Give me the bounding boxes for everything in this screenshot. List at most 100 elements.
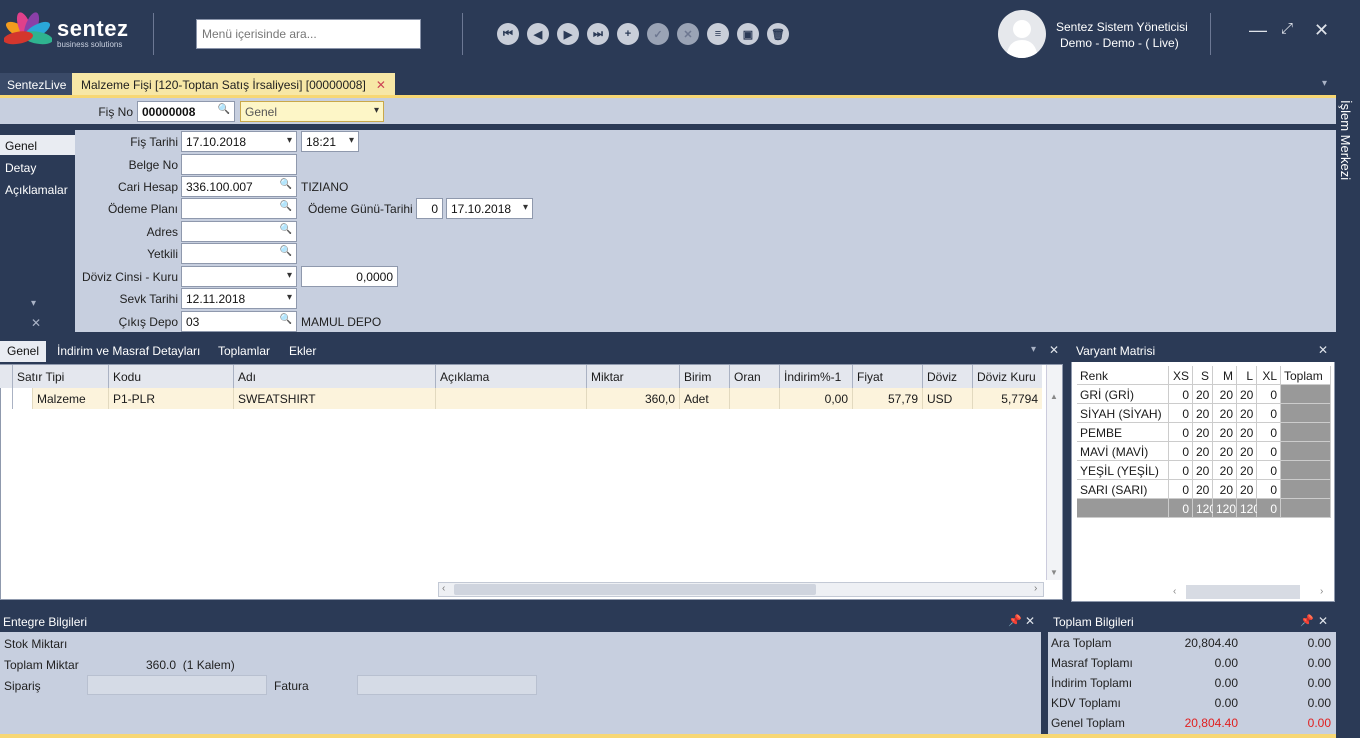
- variant-header[interactable]: XL: [1257, 366, 1281, 385]
- tab-ekler[interactable]: Ekler: [282, 341, 323, 362]
- cell-aciklama[interactable]: [435, 388, 586, 409]
- variant-scroll-thumb[interactable]: [1186, 585, 1300, 599]
- variant-cell[interactable]: SARI (SARI): [1077, 480, 1169, 499]
- odeme-tarih-input[interactable]: 17.10.2018: [446, 198, 533, 219]
- variant-cell[interactable]: 0: [1257, 442, 1281, 461]
- search-icon[interactable]: 🔍: [280, 246, 292, 257]
- fis-type-select[interactable]: Genel: [240, 101, 384, 122]
- card-icon[interactable]: ▣: [737, 23, 759, 45]
- pin-icon[interactable]: 📌: [1300, 614, 1314, 627]
- cell-miktar[interactable]: 360,0: [586, 388, 679, 409]
- previous-record-icon[interactable]: ◀: [527, 23, 549, 45]
- variant-header[interactable]: Toplam: [1281, 366, 1331, 385]
- odeme-input[interactable]: 🔍: [181, 198, 297, 219]
- variant-cell[interactable]: 20: [1193, 404, 1213, 423]
- belge-input[interactable]: [181, 154, 297, 175]
- tab-dropdown-icon[interactable]: ▾: [1322, 78, 1327, 89]
- scroll-right-icon[interactable]: ›: [1034, 583, 1037, 594]
- tab-close-icon[interactable]: ✕: [376, 78, 386, 92]
- islem-merkezi-tab[interactable]: İşlem Merkezi: [1338, 100, 1353, 180]
- variant-cell[interactable]: YEŞİL (YEŞİL): [1077, 461, 1169, 480]
- close-icon[interactable]: ✕: [1318, 614, 1328, 628]
- adres-input[interactable]: 🔍: [181, 221, 297, 242]
- variant-header[interactable]: M: [1213, 366, 1237, 385]
- col-doviz[interactable]: Döviz: [922, 365, 972, 388]
- search-icon[interactable]: 🔍: [280, 201, 292, 212]
- tab-indirim-masraf[interactable]: İndirim ve Masraf Detayları: [50, 341, 207, 362]
- variant-cell[interactable]: 0: [1257, 480, 1281, 499]
- col-birim[interactable]: Birim: [679, 365, 729, 388]
- variant-cell[interactable]: 20: [1213, 461, 1237, 480]
- scroll-thumb[interactable]: [454, 584, 816, 595]
- nav-detay[interactable]: Detay: [0, 157, 75, 177]
- fatura-field[interactable]: [357, 675, 537, 695]
- variant-sum-cell[interactable]: [1077, 499, 1169, 518]
- grid-close-icon[interactable]: ✕: [1049, 343, 1059, 357]
- close-icon[interactable]: ✕: [1314, 20, 1329, 41]
- depo-input[interactable]: 03 🔍: [181, 311, 297, 332]
- col-satir-tipi[interactable]: Satır Tipi: [12, 365, 108, 388]
- minimize-icon[interactable]: —: [1249, 20, 1267, 41]
- variant-total-cell[interactable]: [1281, 404, 1331, 423]
- variant-cell[interactable]: 0: [1257, 423, 1281, 442]
- variant-cell[interactable]: 20: [1213, 404, 1237, 423]
- variant-sum-cell[interactable]: [1281, 499, 1331, 518]
- search-icon[interactable]: 🔍: [280, 179, 292, 190]
- variant-total-cell[interactable]: [1281, 423, 1331, 442]
- search-icon[interactable]: 🔍: [280, 224, 292, 235]
- variant-cell[interactable]: 20: [1237, 385, 1257, 404]
- nav-aciklamalar[interactable]: Açıklamalar: [0, 179, 75, 199]
- cell-satir-tipi[interactable]: Malzeme: [32, 388, 108, 409]
- cell-indirim[interactable]: 0,00: [779, 388, 852, 409]
- variant-cell[interactable]: 0: [1169, 404, 1193, 423]
- cell-adi[interactable]: SWEATSHIRT: [233, 388, 435, 409]
- first-record-icon[interactable]: ⏮: [497, 23, 519, 45]
- variant-cell[interactable]: 0: [1169, 423, 1193, 442]
- variant-cell[interactable]: SİYAH (SİYAH): [1077, 404, 1169, 423]
- list-icon[interactable]: ≡: [707, 23, 729, 45]
- variant-cell[interactable]: 0: [1257, 404, 1281, 423]
- sevk-input[interactable]: 12.11.2018: [181, 288, 297, 309]
- variant-cell[interactable]: 20: [1237, 442, 1257, 461]
- search-icon[interactable]: 🔍: [280, 314, 292, 325]
- tab-genel[interactable]: Genel: [0, 341, 47, 362]
- variant-cell[interactable]: 0: [1169, 461, 1193, 480]
- variant-sum-cell[interactable]: 120: [1193, 499, 1216, 518]
- scroll-right-icon[interactable]: ›: [1320, 586, 1323, 597]
- col-oran[interactable]: Oran: [729, 365, 779, 388]
- save-check-icon[interactable]: ✓: [647, 23, 669, 45]
- tab-sentezlive[interactable]: SentezLive: [0, 73, 74, 96]
- cell-doviz[interactable]: USD: [922, 388, 972, 409]
- variant-cell[interactable]: 20: [1237, 461, 1257, 480]
- collapse-icon[interactable]: ▾: [31, 298, 36, 309]
- scroll-up-icon[interactable]: ▲: [1050, 392, 1058, 401]
- col-fiyat[interactable]: Fiyat: [852, 365, 922, 388]
- variant-cell[interactable]: 20: [1237, 480, 1257, 499]
- variant-cell[interactable]: PEMBE (PEMBE): [1077, 423, 1169, 454]
- last-record-icon[interactable]: ⏭: [587, 23, 609, 45]
- col-aciklama[interactable]: Açıklama: [435, 365, 586, 388]
- maximize-icon[interactable]: ⤢: [1281, 20, 1293, 37]
- variant-total-cell[interactable]: [1281, 442, 1331, 461]
- variant-cell[interactable]: 20: [1213, 385, 1237, 404]
- variant-cell[interactable]: 20: [1193, 423, 1213, 442]
- menu-search-input[interactable]: Menü içerisinde ara...: [196, 19, 421, 49]
- cell-birim[interactable]: Adet: [679, 388, 729, 409]
- scroll-down-icon[interactable]: ▼: [1050, 568, 1058, 577]
- col-adi[interactable]: Adı: [233, 365, 435, 388]
- cell-fiyat[interactable]: 57,79: [852, 388, 922, 409]
- variant-header[interactable]: S: [1193, 366, 1213, 385]
- variant-total-cell[interactable]: [1281, 461, 1331, 480]
- variant-sum-cell[interactable]: 120: [1237, 499, 1260, 518]
- scroll-left-icon[interactable]: ‹: [442, 583, 445, 594]
- variant-cell[interactable]: 0: [1169, 480, 1193, 499]
- doviz-select[interactable]: [181, 266, 297, 287]
- tab-toplamlar[interactable]: Toplamlar: [211, 341, 277, 362]
- variant-sum-cell[interactable]: 120: [1213, 499, 1237, 518]
- col-doviz-kuru[interactable]: Döviz Kuru: [972, 365, 1042, 388]
- col-indirim[interactable]: İndirim%-1: [779, 365, 852, 388]
- variant-header[interactable]: L: [1237, 366, 1257, 385]
- variant-cell[interactable]: GRİ (GRİ): [1077, 385, 1169, 404]
- row-indicator[interactable]: [12, 388, 32, 409]
- variant-cell[interactable]: 0: [1169, 442, 1193, 461]
